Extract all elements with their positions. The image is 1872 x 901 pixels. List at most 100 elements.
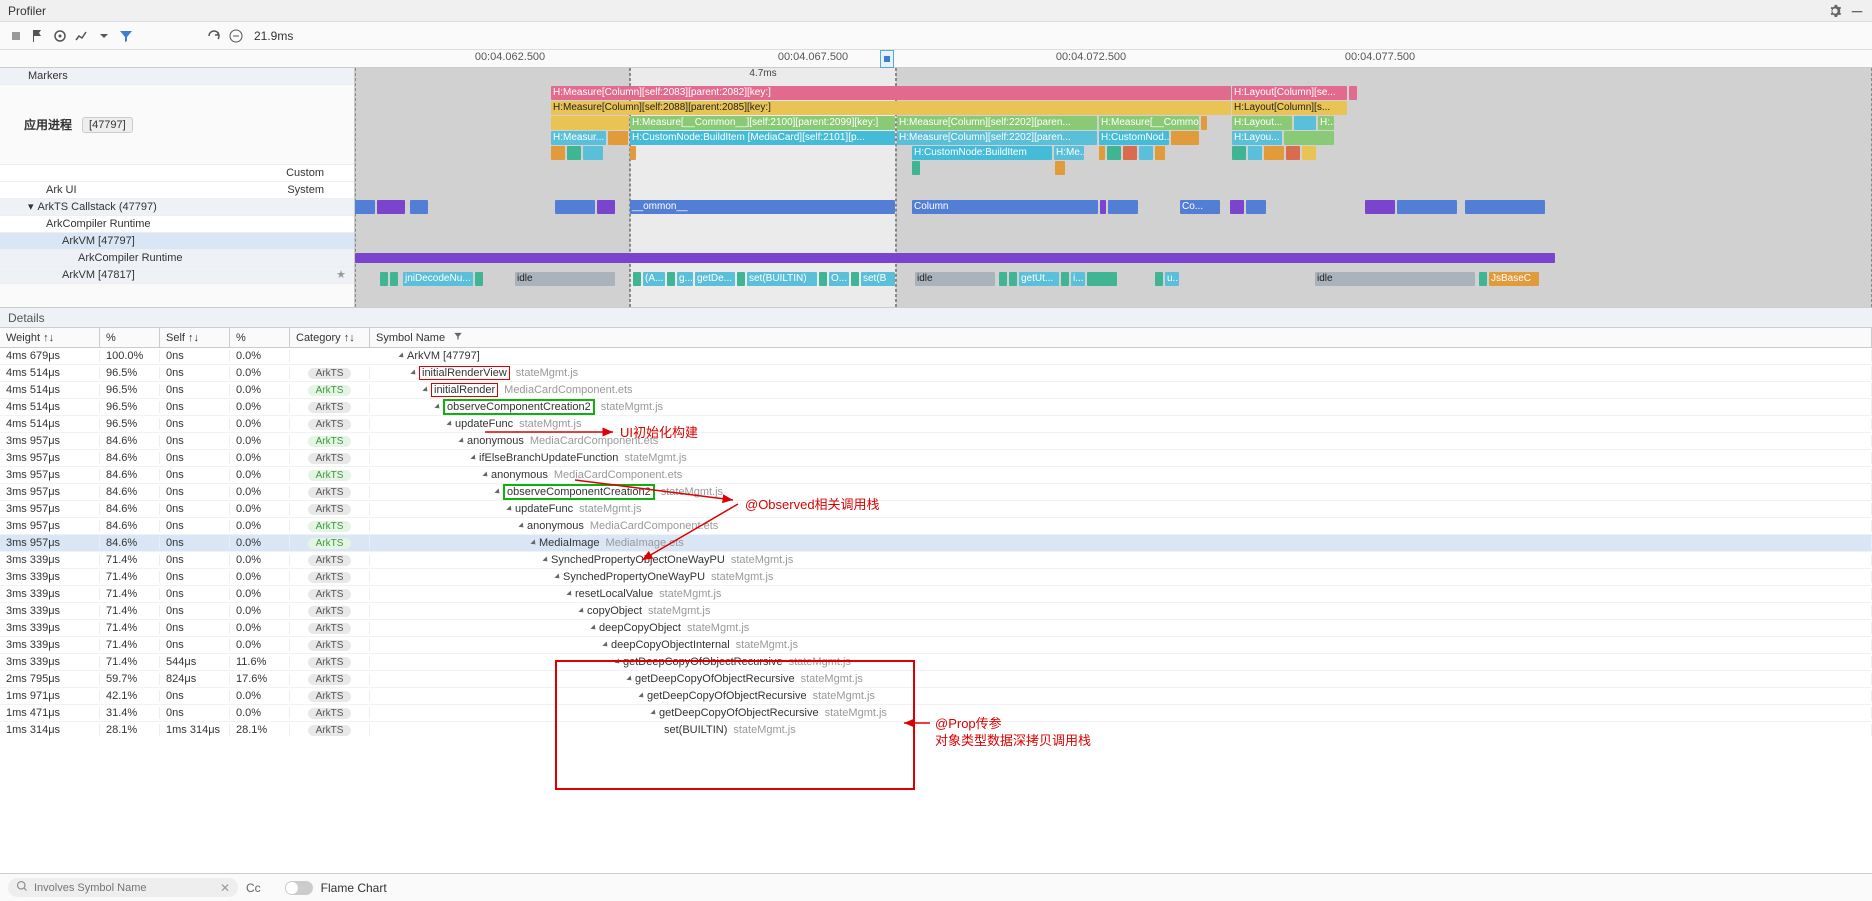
flame-rect[interactable]: H:Measure[__Common__][self:2100][parent:…: [630, 116, 895, 130]
flame-rect[interactable]: [1397, 200, 1457, 214]
flame-rect[interactable]: H:Measure[__Common...: [1099, 116, 1199, 130]
track-label[interactable]: ArkCompiler Runtime: [0, 250, 354, 267]
flame-rect[interactable]: idle: [915, 272, 995, 286]
timeline-ruler[interactable]: 00:04.062.500 00:04.067.500 00:04.072.50…: [0, 50, 1872, 68]
flame-rect[interactable]: [1123, 146, 1137, 160]
table-row[interactable]: 3ms 957μs84.6%0ns0.0%ArkTSobserveCompone…: [0, 484, 1872, 501]
flame-rect[interactable]: H:CustomNode:BuildItem [MediaCard][self:…: [630, 131, 895, 145]
flame-rect[interactable]: H:Measur...: [551, 131, 606, 145]
flame-rect[interactable]: H:Layout...: [1232, 116, 1292, 130]
flame-rect[interactable]: Column: [912, 200, 1098, 214]
flame-rect[interactable]: [851, 272, 859, 286]
flame-rect[interactable]: H:Measure[Column][self:2083][parent:2082…: [551, 86, 1231, 100]
flame-rect[interactable]: [1465, 200, 1545, 214]
flame-rect[interactable]: [1246, 200, 1266, 214]
track-label[interactable]: Custom: [0, 165, 354, 182]
flame-rect[interactable]: [567, 146, 581, 160]
table-body[interactable]: 4ms 679μs100.0%0ns0.0%ArkVM [47797]4ms 5…: [0, 348, 1872, 738]
flame-rect[interactable]: idle: [515, 272, 615, 286]
table-row[interactable]: 1ms 971μs42.1%0ns0.0%ArkTSgetDeepCopyOfO…: [0, 688, 1872, 705]
flame-rect[interactable]: __ommon__: [630, 200, 895, 214]
gear-icon[interactable]: [1828, 4, 1842, 18]
flame-rect[interactable]: [1009, 272, 1017, 286]
record-icon[interactable]: [8, 28, 24, 44]
table-row[interactable]: 3ms 957μs84.6%0ns0.0%ArkTSanonymousMedia…: [0, 467, 1872, 484]
flame-rect[interactable]: H:Layout[Column][s...: [1232, 101, 1347, 115]
flame-rect[interactable]: [1349, 86, 1357, 100]
track-label[interactable]: ▾ArkTS Callstack (47797): [0, 199, 354, 216]
search-box[interactable]: ✕: [8, 878, 238, 897]
flame-rect[interactable]: [1107, 146, 1121, 160]
flame-rect[interactable]: H:Layou...: [1232, 131, 1282, 145]
flame-rect[interactable]: H:CustomNod...: [1099, 131, 1169, 145]
flame-rect[interactable]: [377, 200, 405, 214]
process-row-label[interactable]: 应用进程 [47797]: [0, 85, 354, 165]
flame-rect[interactable]: H:Layout[Column][se...: [1232, 86, 1347, 100]
track-label[interactable]: ArkVM [47797]: [0, 233, 354, 250]
flame-rect[interactable]: H:Measure[Column][self:2202][paren...: [897, 131, 1097, 145]
col-weight[interactable]: Weight ↑↓: [0, 328, 100, 347]
flame-rect[interactable]: [1061, 272, 1069, 286]
flame-rect[interactable]: [1055, 161, 1065, 175]
selection-bounds-icon[interactable]: [880, 50, 894, 68]
flame-rect[interactable]: [667, 272, 675, 286]
expand-icon[interactable]: [96, 28, 112, 44]
flame-rect[interactable]: [1479, 272, 1487, 286]
table-row[interactable]: 3ms 957μs84.6%0ns0.0%ArkTSanonymousMedia…: [0, 433, 1872, 450]
flame-rect[interactable]: [597, 200, 615, 214]
flame-rect[interactable]: [1100, 200, 1106, 214]
markers-row-label[interactable]: Markers: [0, 68, 354, 85]
flame-rect[interactable]: set(B: [861, 272, 895, 286]
table-row[interactable]: 3ms 957μs84.6%0ns0.0%ArkTSupdateFuncstat…: [0, 501, 1872, 518]
flame-rect[interactable]: [819, 272, 827, 286]
track-label[interactable]: ArkCompiler Runtime: [0, 216, 354, 233]
flame-rect[interactable]: JsBaseC: [1489, 272, 1539, 286]
flame-rect[interactable]: [999, 272, 1007, 286]
flame-rect[interactable]: [1230, 200, 1244, 214]
flame-rect[interactable]: [1302, 146, 1316, 160]
flame-rect[interactable]: (A...: [643, 272, 665, 286]
flame-rect[interactable]: getDe...: [695, 272, 735, 286]
col-symbol[interactable]: Symbol Name: [370, 328, 1872, 347]
chart-icon[interactable]: [74, 28, 90, 44]
flame-rect[interactable]: O...: [829, 272, 849, 286]
target-icon[interactable]: [52, 28, 68, 44]
flame-rect[interactable]: [1108, 200, 1138, 214]
flame-rect[interactable]: [555, 200, 595, 214]
flame-rect[interactable]: [1294, 116, 1316, 130]
flame-rect[interactable]: [737, 272, 745, 286]
refresh-icon[interactable]: [206, 28, 222, 44]
flame-rect[interactable]: [608, 131, 628, 145]
flame-rect[interactable]: [1365, 200, 1395, 214]
table-row[interactable]: 3ms 339μs71.4%0ns0.0%ArkTSdeepCopyObject…: [0, 637, 1872, 654]
table-row[interactable]: 3ms 957μs84.6%0ns0.0%ArkTSanonymousMedia…: [0, 518, 1872, 535]
flame-rect[interactable]: [380, 272, 388, 286]
flame-rect[interactable]: [1232, 146, 1246, 160]
flame-rect[interactable]: H:Me...: [1054, 146, 1084, 160]
flame-rect[interactable]: [390, 272, 398, 286]
flame-rect[interactable]: i...: [1071, 272, 1085, 286]
track-label[interactable]: Ark UI System: [0, 182, 354, 199]
flame-rect[interactable]: u...: [1165, 272, 1179, 286]
flame-rect[interactable]: [1139, 146, 1153, 160]
table-row[interactable]: 4ms 514μs96.5%0ns0.0%ArkTSobserveCompone…: [0, 399, 1872, 416]
flame-rect[interactable]: [1248, 146, 1262, 160]
flame-rect[interactable]: [410, 200, 428, 214]
table-row[interactable]: 3ms 339μs71.4%0ns0.0%ArkTSSynchedPropert…: [0, 552, 1872, 569]
col-category[interactable]: Category ↑↓: [290, 328, 370, 347]
flame-rect[interactable]: [1171, 131, 1199, 145]
table-row[interactable]: 3ms 957μs84.6%0ns0.0%ArkTSMediaImageMedi…: [0, 535, 1872, 552]
flame-rect[interactable]: [1286, 146, 1300, 160]
flame-rect[interactable]: [912, 161, 920, 175]
flame-rect[interactable]: H:Measure[Column][self:2202][paren...: [897, 116, 1097, 130]
flame-rect[interactable]: set(BUILTIN): [747, 272, 817, 286]
minimize-icon[interactable]: [1850, 4, 1864, 18]
filter-icon[interactable]: [453, 331, 463, 344]
flame-rect[interactable]: Co...: [1180, 200, 1220, 214]
flame-chart-toggle[interactable]: [285, 881, 313, 895]
flame-rect[interactable]: H:Measure[Column][self:2088][parent:2085…: [551, 101, 1231, 115]
table-row[interactable]: 4ms 514μs96.5%0ns0.0%ArkTSinitialRenderM…: [0, 382, 1872, 399]
flame-rect[interactable]: [1099, 146, 1105, 160]
flame-rect[interactable]: [1201, 116, 1207, 130]
flame-rect[interactable]: [1264, 146, 1284, 160]
